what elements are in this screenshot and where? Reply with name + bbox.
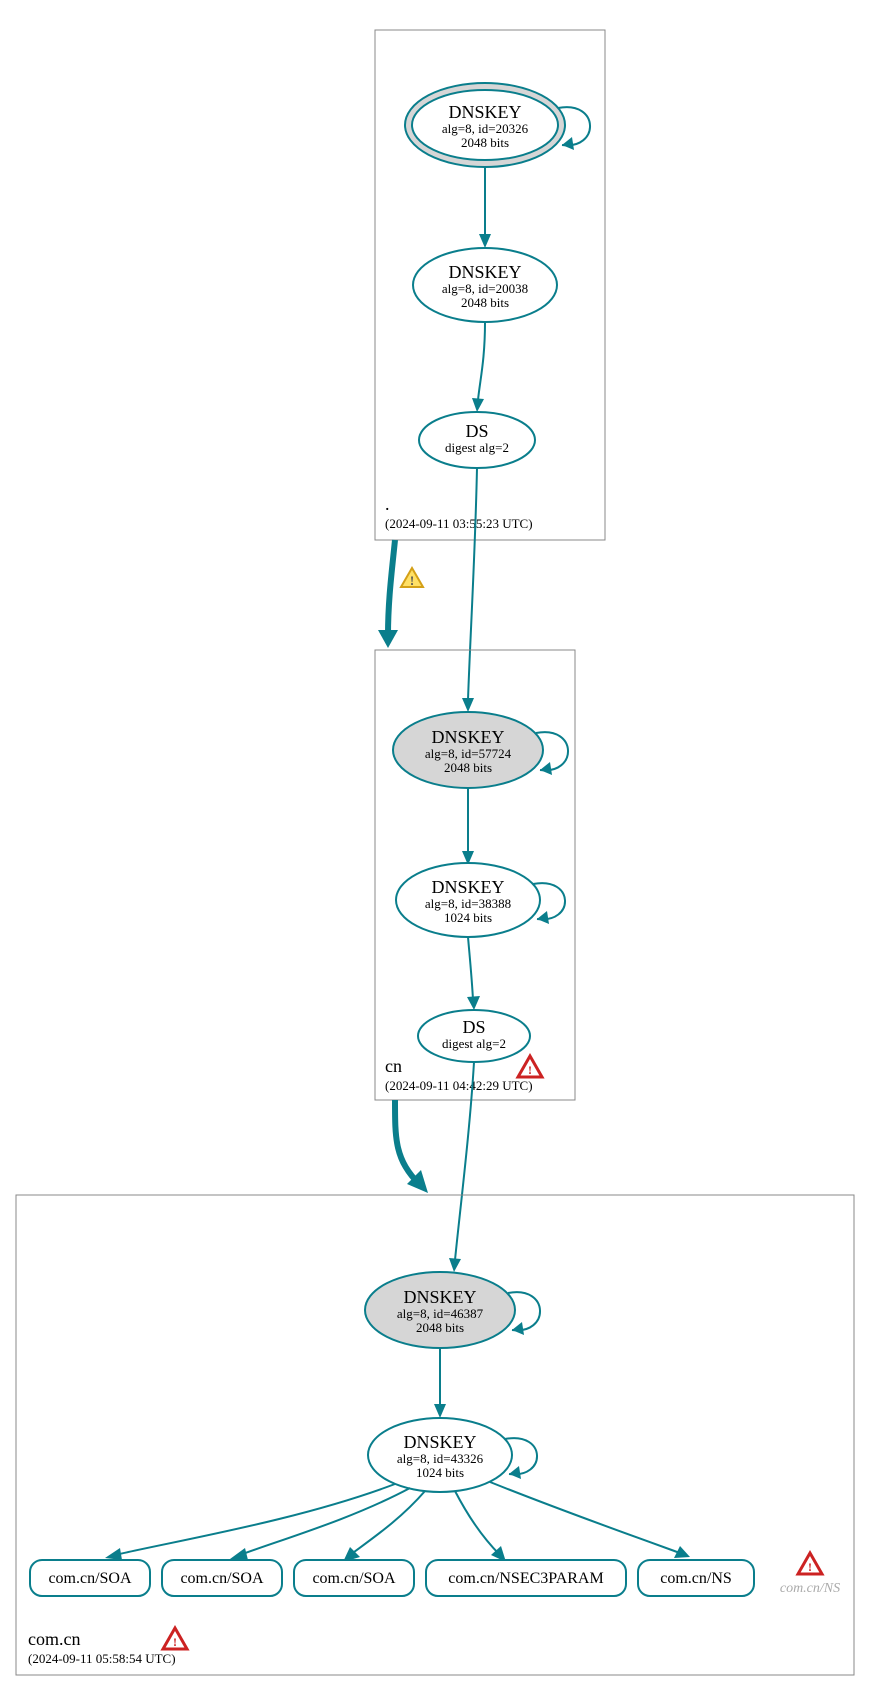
- svg-text:1024 bits: 1024 bits: [444, 910, 492, 925]
- leaf-node: com.cn/NS: [638, 1560, 754, 1596]
- zone-cn-label: cn: [385, 1056, 402, 1076]
- svg-text:alg=8, id=46387: alg=8, id=46387: [397, 1306, 484, 1321]
- svg-text:alg=8, id=20038: alg=8, id=20038: [442, 281, 528, 296]
- edge-zsk-leaf3: [455, 1491, 500, 1555]
- node-comcn-ksk: DNSKEY alg=8, id=46387 2048 bits: [365, 1272, 515, 1348]
- svg-text:!: !: [410, 573, 414, 588]
- node-cn-zsk: DNSKEY alg=8, id=38388 1024 bits: [396, 863, 540, 937]
- zone-comcn-label: com.cn: [28, 1629, 80, 1649]
- svg-text:!: !: [173, 1635, 177, 1649]
- zone-root-label: .: [385, 494, 390, 514]
- zone-root-timestamp: (2024-09-11 03:55:23 UTC): [385, 516, 533, 531]
- svg-text:2048 bits: 2048 bits: [461, 295, 509, 310]
- svg-text:alg=8, id=20326: alg=8, id=20326: [442, 121, 529, 136]
- dnssec-graph: . (2024-09-11 03:55:23 UTC) DNSKEY alg=8…: [0, 0, 869, 1698]
- svg-text:DNSKEY: DNSKEY: [403, 1432, 476, 1452]
- svg-text:com.cn/SOA: com.cn/SOA: [180, 1570, 264, 1587]
- svg-text:alg=8, id=57724: alg=8, id=57724: [425, 746, 512, 761]
- svg-text:DS: DS: [462, 1017, 485, 1037]
- svg-text:digest alg=2: digest alg=2: [445, 440, 509, 455]
- svg-text:DNSKEY: DNSKEY: [448, 262, 521, 282]
- edge-zsk-leaf2: [350, 1491, 425, 1555]
- ghost-ns-label: com.cn/NS: [780, 1581, 840, 1596]
- error-icon: !: [163, 1628, 187, 1649]
- node-root-ksk: DNSKEY alg=8, id=20326 2048 bits: [405, 83, 565, 167]
- leaf-node: com.cn/SOA: [294, 1560, 414, 1596]
- svg-text:DNSKEY: DNSKEY: [431, 877, 504, 897]
- zone-comcn-timestamp: (2024-09-11 05:58:54 UTC): [28, 1651, 176, 1666]
- svg-text:com.cn/SOA: com.cn/SOA: [48, 1570, 132, 1587]
- svg-text:2048 bits: 2048 bits: [416, 1320, 464, 1335]
- edge-rootzsk-rootds: [478, 322, 485, 400]
- svg-text:com.cn/NS: com.cn/NS: [660, 1570, 732, 1587]
- edge-cnzsk-cnds: [468, 937, 473, 1000]
- zone-cn-timestamp: (2024-09-11 04:42:29 UTC): [385, 1078, 533, 1093]
- node-cn-ksk: DNSKEY alg=8, id=57724 2048 bits: [393, 712, 543, 788]
- error-icon: !: [798, 1553, 822, 1574]
- node-comcn-zsk: DNSKEY alg=8, id=43326 1024 bits: [368, 1418, 512, 1492]
- svg-text:alg=8, id=43326: alg=8, id=43326: [397, 1451, 484, 1466]
- node-root-zsk: DNSKEY alg=8, id=20038 2048 bits: [413, 248, 557, 322]
- svg-text:DNSKEY: DNSKEY: [448, 102, 521, 122]
- edge-rootds-cnksk: [468, 468, 477, 700]
- svg-text:!: !: [808, 1560, 812, 1574]
- edge-zsk-leaf4: [490, 1482, 680, 1553]
- svg-text:2048 bits: 2048 bits: [444, 760, 492, 775]
- svg-text:DS: DS: [465, 421, 488, 441]
- leaf-node: com.cn/SOA: [30, 1560, 150, 1596]
- svg-text:2048 bits: 2048 bits: [461, 135, 509, 150]
- leaf-node: com.cn/NSEC3PARAM: [426, 1560, 626, 1596]
- edge-deleg-cn-comcn: [395, 1100, 420, 1185]
- svg-text:com.cn/NSEC3PARAM: com.cn/NSEC3PARAM: [448, 1570, 603, 1587]
- warning-icon: !: [401, 568, 423, 588]
- svg-text:digest alg=2: digest alg=2: [442, 1036, 506, 1051]
- svg-text:com.cn/SOA: com.cn/SOA: [312, 1570, 396, 1587]
- svg-text:!: !: [528, 1063, 532, 1077]
- edge-deleg-root-cn: [388, 540, 395, 635]
- node-root-ds: DS digest alg=2: [419, 412, 535, 468]
- svg-text:DNSKEY: DNSKEY: [403, 1287, 476, 1307]
- svg-text:1024 bits: 1024 bits: [416, 1465, 464, 1480]
- svg-text:DNSKEY: DNSKEY: [431, 727, 504, 747]
- node-cn-ds: DS digest alg=2: [418, 1010, 530, 1062]
- svg-text:alg=8, id=38388: alg=8, id=38388: [425, 896, 511, 911]
- leaf-node: com.cn/SOA: [162, 1560, 282, 1596]
- edge-zsk-leaf0: [115, 1484, 395, 1555]
- error-icon: !: [518, 1056, 542, 1077]
